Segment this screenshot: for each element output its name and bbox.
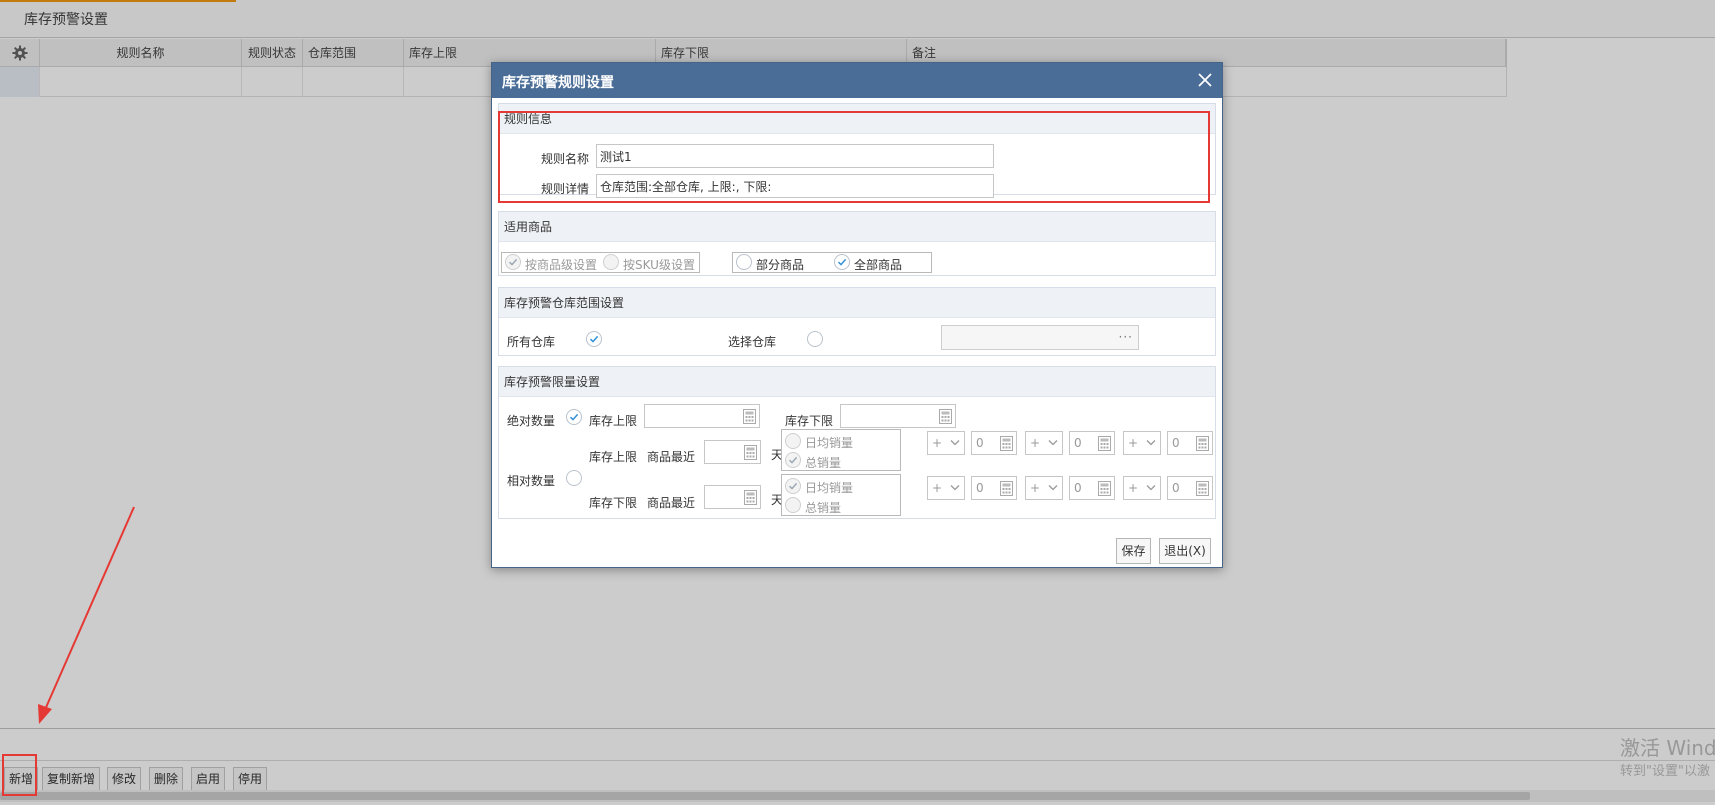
rel-upper-sign-select-3[interactable]: +	[1123, 431, 1161, 455]
save-button[interactable]: 保存	[1116, 538, 1151, 564]
rel-upper-value-input-1[interactable]: 0	[971, 431, 1017, 455]
value-text: 0	[1074, 481, 1082, 495]
partial-goods-label: 部分商品	[756, 258, 805, 272]
select-warehouse-label: 选择仓库	[728, 335, 777, 349]
sign-value: +	[1030, 481, 1041, 495]
dialog-title: 库存预警规则设置	[502, 75, 614, 91]
warehouse-scope-section: 库存预警仓库范围设置 所有仓库 选择仓库 ···	[498, 287, 1216, 356]
chevron-down-icon	[1048, 485, 1058, 491]
section-title: 库存预警仓库范围设置	[499, 288, 1215, 318]
chevron-down-icon	[1048, 440, 1058, 446]
calculator-icon[interactable]	[1196, 436, 1209, 451]
ellipsis-icon[interactable]: ···	[1119, 330, 1133, 344]
relative-qty-label: 相对数量	[507, 474, 556, 488]
value-text: 0	[1172, 436, 1180, 450]
rel-lower-label: 库存下限	[589, 496, 638, 510]
sign-value: +	[1128, 436, 1139, 450]
highlight-box-rule-info	[498, 111, 1210, 203]
check-icon	[788, 482, 798, 490]
rel-lower-total-radio[interactable]	[785, 497, 801, 513]
exit-button[interactable]: 退出(X)	[1159, 538, 1211, 564]
rel-upper-total-label: 总销量	[805, 456, 842, 470]
all-goods-label: 全部商品	[854, 258, 903, 272]
rel-lower-daily-radio[interactable]	[785, 478, 801, 494]
value-text: 0	[976, 481, 984, 495]
value-text: 0	[976, 436, 984, 450]
applicable-goods-section: 适用商品 按商品级设置 按SKU级设置 部分商品 全部商品	[498, 211, 1216, 276]
section-title: 适用商品	[499, 212, 1215, 242]
check-icon	[837, 258, 847, 266]
rel-lower-value-input-1[interactable]: 0	[971, 476, 1017, 500]
section-title: 库存预警限量设置	[499, 367, 1215, 397]
calculator-icon[interactable]	[1098, 436, 1111, 451]
chevron-down-icon	[1146, 485, 1156, 491]
goods-level-label: 按商品级设置	[525, 258, 598, 272]
all-warehouse-radio[interactable]	[586, 331, 602, 347]
rel-upper-value-input-2[interactable]: 0	[1069, 431, 1115, 455]
quantity-limit-section: 库存预警限量设置 绝对数量 库存上限 库存下限 相对数量 库存上限 商品最近 天…	[498, 366, 1216, 519]
chevron-down-icon	[950, 485, 960, 491]
value-text: 0	[1172, 481, 1180, 495]
rel-lower-daily-label: 日均销量	[805, 481, 854, 495]
check-icon	[589, 335, 599, 343]
close-icon[interactable]	[1194, 69, 1216, 91]
goods-level-radio[interactable]	[505, 254, 521, 270]
check-icon	[508, 258, 518, 266]
dialog-header: 库存预警规则设置	[492, 63, 1222, 98]
chevron-down-icon	[950, 440, 960, 446]
rel-upper-sign-select-1[interactable]: +	[927, 431, 965, 455]
rel-lower-sign-select-1[interactable]: +	[927, 476, 965, 500]
calculator-icon[interactable]	[1098, 481, 1111, 496]
rel-lower-recent-label: 商品最近	[647, 496, 696, 510]
rel-upper-days-input[interactable]	[704, 440, 761, 464]
calculator-icon[interactable]	[939, 409, 952, 424]
abs-upper-label: 库存上限	[589, 414, 638, 428]
rel-lower-sales-group: 日均销量 总销量	[781, 474, 901, 516]
all-goods-radio[interactable]	[834, 254, 850, 270]
value-text: 0	[1074, 436, 1082, 450]
chevron-down-icon	[1146, 440, 1156, 446]
sign-value: +	[932, 481, 943, 495]
select-warehouse-radio[interactable]	[807, 331, 823, 347]
absolute-qty-radio[interactable]	[566, 409, 582, 425]
sku-level-label: 按SKU级设置	[623, 258, 695, 272]
rel-upper-label: 库存上限	[589, 450, 638, 464]
calculator-icon[interactable]	[744, 490, 757, 505]
sku-level-radio[interactable]	[603, 254, 619, 270]
relative-qty-radio[interactable]	[566, 470, 582, 486]
rel-lower-total-label: 总销量	[805, 501, 842, 515]
absolute-qty-label: 绝对数量	[507, 414, 556, 428]
calculator-icon[interactable]	[744, 445, 757, 460]
goods-scope-group: 部分商品 全部商品	[732, 252, 932, 273]
check-icon	[569, 413, 579, 421]
rel-upper-value-input-3[interactable]: 0	[1167, 431, 1213, 455]
rel-lower-value-input-3[interactable]: 0	[1167, 476, 1213, 500]
rel-lower-sign-select-2[interactable]: +	[1025, 476, 1063, 500]
rel-upper-recent-label: 商品最近	[647, 450, 696, 464]
goods-level-group: 按商品级设置 按SKU级设置	[501, 252, 700, 273]
rel-upper-daily-radio[interactable]	[785, 433, 801, 449]
all-warehouse-label: 所有仓库	[507, 335, 556, 349]
abs-lower-input[interactable]	[840, 404, 956, 428]
calculator-icon[interactable]	[743, 409, 756, 424]
partial-goods-radio[interactable]	[736, 254, 752, 270]
highlight-box-add	[2, 754, 37, 796]
warehouse-picker[interactable]: ···	[941, 325, 1139, 350]
rel-lower-sign-select-3[interactable]: +	[1123, 476, 1161, 500]
abs-lower-label: 库存下限	[785, 414, 834, 428]
calculator-icon[interactable]	[1196, 481, 1209, 496]
rel-upper-daily-label: 日均销量	[805, 436, 854, 450]
abs-upper-input[interactable]	[644, 404, 760, 428]
check-icon	[788, 456, 798, 464]
rel-upper-sign-select-2[interactable]: +	[1025, 431, 1063, 455]
rel-lower-value-input-2[interactable]: 0	[1069, 476, 1115, 500]
rel-upper-total-radio[interactable]	[785, 452, 801, 468]
rel-upper-sales-group: 日均销量 总销量	[781, 429, 901, 471]
sign-value: +	[1128, 481, 1139, 495]
sign-value: +	[932, 436, 943, 450]
calculator-icon[interactable]	[1000, 436, 1013, 451]
calculator-icon[interactable]	[1000, 481, 1013, 496]
rel-lower-days-input[interactable]	[704, 485, 761, 509]
sign-value: +	[1030, 436, 1041, 450]
